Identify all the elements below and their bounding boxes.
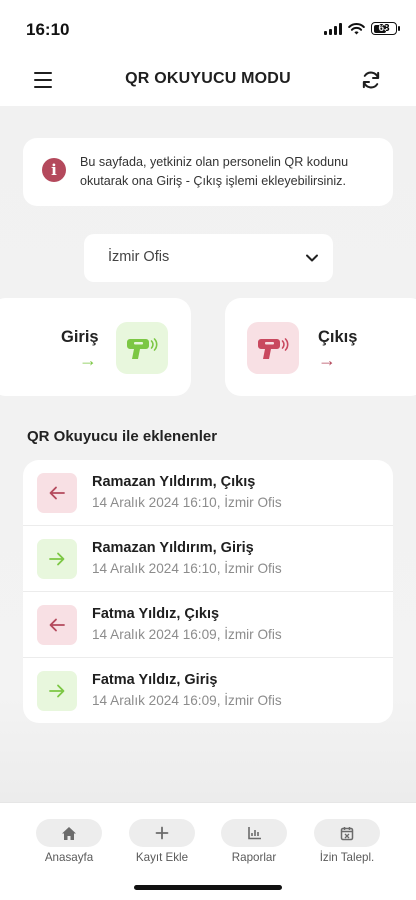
list-item-subtitle: 14 Aralık 2024 16:09, İzmir Ofis [92,693,282,708]
status-bar: 16:10 63 [0,0,416,56]
page-title: QR OKUYUCU MODU [125,70,291,87]
wifi-icon [348,22,365,34]
tab-add-record[interactable]: Kayıt Ekle [124,819,200,864]
office-select-value: İzmir Ofis [108,249,170,265]
arrow-left-icon [37,605,77,645]
list-item-title: Ramazan Yıldırım, Giriş [92,540,254,556]
main-content: i Bu sayfada, yetkiniz olan personelin Q… [0,106,416,802]
list-item[interactable]: Fatma Yıldız, Çıkış 14 Aralık 2024 16:09… [23,592,393,658]
qr-scanner-icon [116,322,168,374]
app-header: QR OKUYUCU MODU [0,56,416,106]
exit-label: Çıkış [318,328,358,346]
bottom-tab-bar: Anasayfa Kayıt Ekle Raporlar İzin Talepl… [0,802,416,900]
list-item-subtitle: 14 Aralık 2024 16:10, İzmir Ofis [92,495,282,510]
list-item-subtitle: 14 Aralık 2024 16:10, İzmir Ofis [92,561,282,576]
qr-records-list: Ramazan Yıldırım, Çıkış 14 Aralık 2024 1… [23,460,393,723]
home-icon [62,826,76,840]
tab-label: İzin Talepl. [319,851,375,864]
calendar-icon [340,826,354,840]
info-icon: i [42,158,66,182]
tab-reports[interactable]: Raporlar [216,819,292,864]
signal-icon [324,22,342,35]
battery-level: 63 [378,23,390,34]
tab-label: Anasayfa [44,851,94,864]
home-indicator [134,885,282,890]
tab-home[interactable]: Anasayfa [31,819,107,864]
entry-action-card[interactable]: Giriş → [0,298,191,396]
info-banner: i Bu sayfada, yetkiniz olan personelin Q… [23,138,393,206]
exit-arrow-icon: → [318,350,336,370]
list-item-title: Ramazan Yıldırım, Çıkış [92,474,256,490]
status-time: 16:10 [26,20,70,39]
refresh-icon[interactable] [360,69,382,91]
plus-icon [155,826,169,840]
section-title: QR Okuyucu ile eklenenler [27,428,218,445]
list-item[interactable]: Fatma Yıldız, Giriş 14 Aralık 2024 16:09… [23,658,393,723]
tab-label: Kayıt Ekle [135,851,189,864]
battery-icon: 63 [371,22,397,35]
qr-scanner-icon [247,322,299,374]
chart-icon [247,827,261,840]
arrow-right-icon [37,539,77,579]
list-item-title: Fatma Yıldız, Çıkış [92,606,220,622]
entry-label: Giriş [61,328,99,346]
list-item-subtitle: 14 Aralık 2024 16:09, İzmir Ofis [92,627,282,642]
entry-arrow-icon: → [79,350,97,370]
arrow-right-icon [37,671,77,711]
chevron-down-icon [306,254,318,262]
exit-action-card[interactable]: Çıkış → [225,298,416,396]
tab-label: Raporlar [231,851,277,864]
tab-leave-requests[interactable]: İzin Talepl. [309,819,385,864]
list-item-title: Fatma Yıldız, Giriş [92,672,218,688]
office-select[interactable]: İzmir Ofis [84,234,333,282]
list-item[interactable]: Ramazan Yıldırım, Çıkış 14 Aralık 2024 1… [23,460,393,526]
info-text: Bu sayfada, yetkiniz olan personelin QR … [80,155,349,188]
status-icons: 63 [324,22,400,35]
arrow-left-icon [37,473,77,513]
list-item[interactable]: Ramazan Yıldırım, Giriş 14 Aralık 2024 1… [23,526,393,592]
